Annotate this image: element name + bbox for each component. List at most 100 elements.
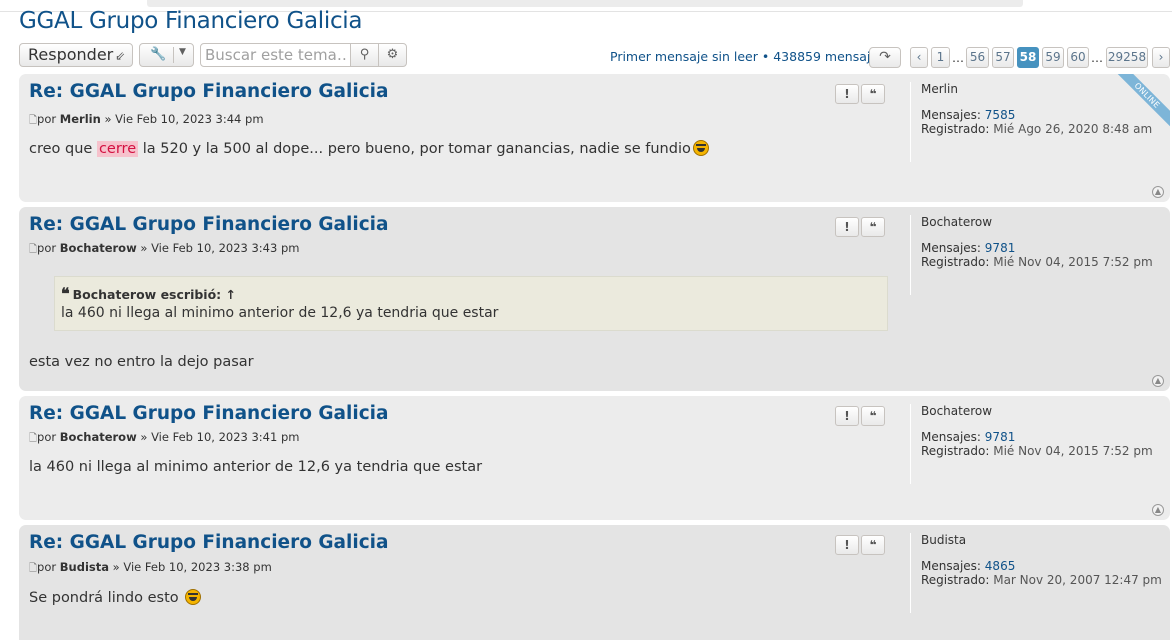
page-link[interactable]: 56 (966, 47, 989, 68)
registered-date: Mar Nov 20, 2007 12:47 pm (993, 573, 1162, 587)
registered-label: Registrado: (921, 444, 990, 458)
chevron-right-icon: › (1158, 50, 1164, 64)
profile-registered: Registrado: Mié Nov 04, 2015 7:52 pm (921, 255, 1160, 269)
post: Re: GGAL Grupo Financiero Galicia 🗋por B… (19, 396, 1170, 520)
page-link[interactable]: 57 (992, 47, 1014, 68)
by-label: por (37, 112, 57, 126)
page-link[interactable]: 59 (1042, 47, 1064, 68)
quote-button[interactable]: ❝ (861, 535, 885, 555)
post-body: la 460 ni llega al minimo anterior de 12… (29, 459, 483, 475)
post-title[interactable]: Re: GGAL Grupo Financiero Galicia (29, 403, 389, 424)
profile-username[interactable]: Budista (921, 533, 1160, 547)
post-author[interactable]: Budista (60, 560, 109, 574)
post-profile: Budista Mensajes: 4865 Registrado: Mar N… (910, 533, 1162, 613)
post: Re: GGAL Grupo Financiero Galicia 🗋por M… (19, 74, 1170, 202)
quote-text: la 460 ni llega al minimo anterior de 12… (61, 305, 499, 321)
post-meta: 🗋por Merlin » Vie Feb 10, 2023 3:44 pm (29, 112, 264, 130)
by-label: por (37, 560, 57, 574)
reply-arrow-icon: ⇙ (115, 49, 126, 63)
post-title[interactable]: Re: GGAL Grupo Financiero Galicia (29, 81, 389, 102)
post: Re: GGAL Grupo Financiero Galicia 🗋por B… (19, 207, 1170, 391)
posts-label: Mensajes: (921, 430, 981, 444)
page-link[interactable]: 60 (1067, 47, 1089, 68)
magnifier-icon: ⚲ (359, 47, 370, 62)
registered-label: Registrado: (921, 122, 990, 136)
quote-header: ❝ Bochaterow escribió: ↑ (61, 284, 236, 303)
report-button[interactable]: ! (835, 406, 859, 426)
page-link[interactable]: 29258 (1106, 47, 1148, 68)
posts-label: Mensajes: (921, 241, 981, 255)
registered-date: Mié Nov 04, 2015 7:52 pm (993, 255, 1153, 269)
report-button[interactable]: ! (835, 535, 859, 555)
quote-mark-icon: ❝ (61, 284, 70, 303)
quote-block: ❝ Bochaterow escribió: ↑ la 460 ni llega … (54, 276, 888, 331)
file-icon: 🗋 (29, 244, 38, 255)
post-title[interactable]: Re: GGAL Grupo Financiero Galicia (29, 532, 389, 553)
advanced-search-button[interactable]: ⚙ (378, 43, 407, 67)
post-author[interactable]: Merlin (60, 112, 101, 126)
first-unread-link[interactable]: Primer mensaje sin leer (610, 49, 758, 64)
arrow-up-icon[interactable]: ↑ (226, 287, 236, 302)
posts-count[interactable]: 4865 (985, 559, 1016, 573)
report-button[interactable]: ! (835, 84, 859, 104)
post-body: esta vez no entro la dejo pasar (29, 354, 254, 370)
back-to-top-icon[interactable]: ▲ (1152, 375, 1164, 387)
post-profile: Bochaterow Mensajes: 9781 Registrado: Mi… (910, 404, 1160, 484)
profile-username[interactable]: Bochaterow (921, 215, 1160, 229)
posts-label: Mensajes: (921, 559, 981, 573)
profile-posts: Mensajes: 9781 (921, 430, 1160, 444)
profile-posts: Mensajes: 9781 (921, 241, 1160, 255)
back-to-top-icon[interactable]: ▲ (1152, 504, 1164, 516)
search-button[interactable]: ⚲ (350, 43, 379, 67)
by-label: por (37, 430, 57, 444)
post-date: » Vie Feb 10, 2023 3:41 pm (140, 430, 300, 444)
file-icon: 🗋 (29, 115, 38, 126)
post-date: » Vie Feb 10, 2023 3:43 pm (140, 241, 300, 255)
post-author[interactable]: Bochaterow (60, 430, 137, 444)
post-count: 438859 mensajes (773, 49, 885, 64)
body-text: Se pondrá lindo esto (29, 590, 179, 606)
page-link[interactable]: 1 (931, 47, 950, 68)
profile-registered: Registrado: Mié Nov 04, 2015 7:52 pm (921, 444, 1160, 458)
post-profile: Bochaterow Mensajes: 9781 Registrado: Mi… (910, 215, 1160, 295)
reply-button[interactable]: Responder ⇙ (19, 43, 133, 67)
profile-registered: Registrado: Mar Nov 20, 2007 12:47 pm (921, 573, 1162, 587)
post: Re: GGAL Grupo Financiero Galicia 🗋por B… (19, 525, 1170, 640)
quote-button[interactable]: ❝ (861, 217, 885, 237)
quote-author[interactable]: Bochaterow escribió: (73, 287, 222, 302)
profile-username[interactable]: Bochaterow (921, 404, 1160, 418)
body-text: creo que (29, 141, 97, 157)
reply-button-label: Responder (28, 45, 114, 64)
posts-count[interactable]: 9781 (985, 430, 1016, 444)
topic-tools-button[interactable]: 🔧 ▼ (139, 43, 194, 67)
posts-count[interactable]: 7585 (985, 108, 1016, 122)
jump-to-page-button[interactable]: ↷ (869, 47, 901, 68)
pagination-ellipsis: … (952, 51, 964, 65)
next-page-button[interactable]: › (1152, 47, 1170, 68)
curved-arrow-icon: ↷ (879, 49, 891, 65)
search-highlight: cerre (96, 141, 139, 157)
chevron-down-icon: ▼ (179, 47, 186, 57)
registered-label: Registrado: (921, 573, 990, 587)
profile-posts: Mensajes: 4865 (921, 559, 1160, 573)
post-body: Se pondrá lindo esto (29, 589, 202, 606)
posts-count[interactable]: 9781 (985, 241, 1016, 255)
page-link-current[interactable]: 58 (1017, 47, 1039, 68)
report-button[interactable]: ! (835, 217, 859, 237)
by-label: por (37, 241, 57, 255)
pagination-ellipsis: … (1091, 51, 1103, 65)
wrench-icon: 🔧 (150, 47, 167, 62)
unread-info: Primer mensaje sin leer • 438859 mensaje… (610, 49, 885, 64)
search-topic-input[interactable] (200, 43, 351, 67)
laughing-emoji-icon (185, 589, 202, 605)
post-title[interactable]: Re: GGAL Grupo Financiero Galicia (29, 214, 389, 235)
prev-page-button[interactable]: ‹ (910, 47, 928, 68)
online-ribbon: ONLINE (1110, 74, 1170, 134)
post-date: » Vie Feb 10, 2023 3:38 pm (112, 560, 272, 574)
post-author[interactable]: Bochaterow (60, 241, 137, 255)
quote-button[interactable]: ❝ (861, 84, 885, 104)
page-title[interactable]: GGAL Grupo Financiero Galicia (19, 8, 362, 34)
back-to-top-icon[interactable]: ▲ (1152, 186, 1164, 198)
posts-label: Mensajes: (921, 108, 981, 122)
quote-button[interactable]: ❝ (861, 406, 885, 426)
